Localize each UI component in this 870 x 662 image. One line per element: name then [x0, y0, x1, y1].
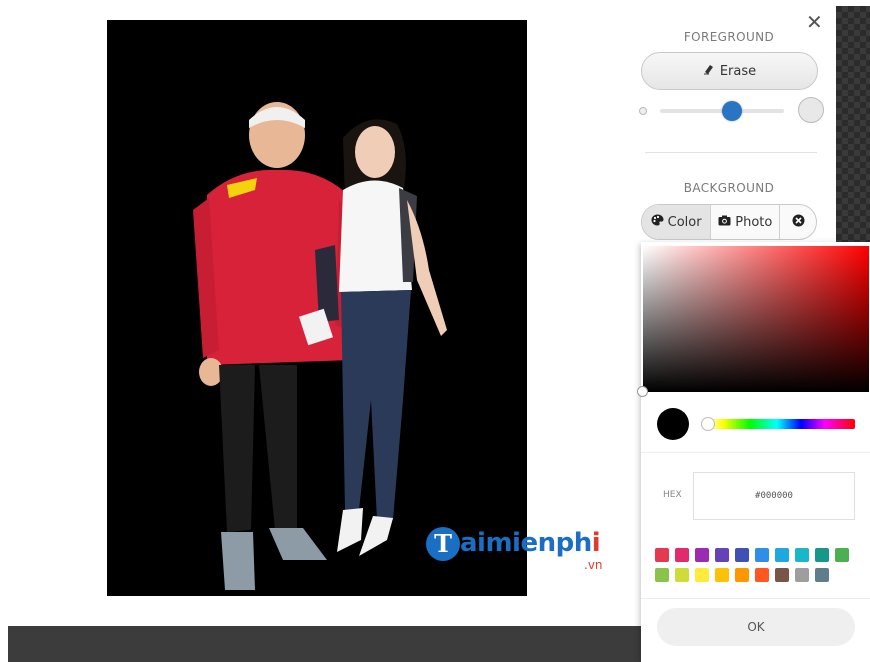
color-swatch[interactable] — [815, 548, 829, 562]
man-figure — [193, 102, 355, 590]
erase-button-label: Erase — [719, 63, 757, 79]
taimienphi-watermark-logo: T aimienphi .vn — [426, 525, 626, 575]
color-swatch[interactable] — [795, 568, 809, 582]
color-swatch[interactable] — [655, 568, 669, 582]
remove-circle-icon — [792, 214, 805, 231]
color-swatch[interactable] — [715, 568, 729, 582]
section-divider — [645, 152, 817, 153]
brush-size-slider[interactable] — [636, 94, 826, 124]
logo-tld: .vn — [584, 558, 603, 572]
background-eraser-app: T aimienphi .vn ✕ FOREGROUND Erase BACKG… — [0, 0, 870, 662]
hue-slider[interactable] — [705, 419, 855, 429]
tab-no-background[interactable] — [780, 205, 816, 239]
brush-min-icon — [639, 107, 647, 115]
color-swatch[interactable] — [735, 548, 749, 562]
tab-photo[interactable]: Photo — [711, 205, 781, 239]
hex-label: HEX — [663, 490, 682, 500]
woman-figure — [337, 119, 447, 556]
eraser-icon — [703, 63, 715, 79]
foreground-title: FOREGROUND — [683, 30, 775, 44]
color-swatch[interactable] — [675, 548, 689, 562]
brush-max-icon — [798, 97, 824, 123]
logo-word: aimienphi — [460, 528, 601, 558]
color-swatch[interactable] — [775, 548, 789, 562]
color-swatch[interactable] — [735, 568, 749, 582]
saturation-value-handle[interactable] — [637, 386, 648, 397]
tab-color[interactable]: Color — [642, 205, 712, 239]
color-swatch[interactable] — [795, 548, 809, 562]
color-swatch[interactable] — [755, 548, 769, 562]
background-title: BACKGROUND — [683, 181, 775, 195]
color-swatch[interactable] — [655, 548, 669, 562]
ok-button[interactable]: OK — [657, 608, 855, 646]
picker-divider — [641, 452, 870, 453]
saturation-value-area[interactable] — [643, 246, 869, 392]
color-picker-popup: HEX #000000 OK — [637, 242, 870, 662]
color-swatch[interactable] — [755, 568, 769, 582]
hex-input[interactable]: #000000 — [693, 472, 855, 520]
cutout-figures — [193, 102, 447, 590]
color-swatch[interactable] — [775, 568, 789, 582]
color-swatch[interactable] — [835, 548, 849, 562]
tab-photo-label: Photo — [735, 214, 773, 230]
photo-canvas[interactable] — [107, 20, 527, 596]
camera-icon — [718, 215, 731, 230]
color-swatch[interactable] — [695, 568, 709, 582]
slider-thumb[interactable] — [721, 101, 742, 121]
background-tabs: Color Photo — [641, 204, 817, 240]
picker-divider-bottom — [641, 598, 870, 599]
current-color-preview — [657, 408, 689, 440]
color-swatch[interactable] — [715, 548, 729, 562]
palette-icon — [651, 214, 664, 230]
logo-word-red: i — [591, 528, 601, 558]
tab-color-label: Color — [667, 214, 702, 230]
color-swatch[interactable] — [695, 548, 709, 562]
color-swatch[interactable] — [675, 568, 689, 582]
color-swatch[interactable] — [815, 568, 829, 582]
hue-slider-handle[interactable] — [701, 417, 715, 431]
logo-word-blue: aimienph — [460, 528, 592, 558]
logo-letter: T — [426, 527, 460, 561]
erase-button[interactable]: Erase — [641, 52, 818, 90]
